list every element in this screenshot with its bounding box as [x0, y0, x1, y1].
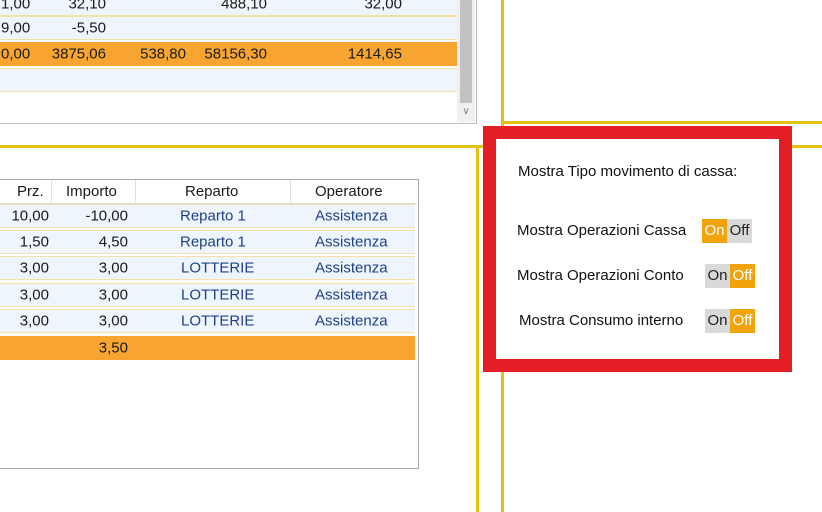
table-cell: 1,00: [1, 0, 31, 13]
cell-reparto: Reparto 1: [180, 233, 246, 251]
table-cell: 538,80: [140, 45, 186, 63]
option-label-operazioni-cassa: Mostra Operazioni Cassa: [517, 222, 687, 239]
table-cell: 1414,65: [347, 45, 402, 63]
table-cell: 0,00: [1, 45, 31, 63]
cell-reparto: Reparto 1: [180, 207, 246, 225]
cell-prz: 3,00: [19, 259, 49, 277]
column-header-reparto[interactable]: Reparto: [185, 183, 238, 200]
table-cell: 3875,06: [51, 45, 106, 63]
cell-importo: 3,00: [98, 259, 128, 277]
option-label-operazioni-conto: Mostra Operazioni Conto: [517, 267, 684, 284]
scroll-thumb[interactable]: [460, 0, 472, 103]
cell-operatore: Assistenza: [315, 259, 388, 277]
table-row[interactable]: 1,00 32,10 488,10 32,00: [0, 0, 457, 16]
table-row[interactable]: 3,00 3,00 LOTTERIE Assistenza: [0, 283, 415, 307]
table-row[interactable]: 10,00 -10,00 Reparto 1 Assistenza: [0, 204, 415, 228]
cell-prz: 1,50: [19, 233, 49, 251]
toggle-off-option[interactable]: Off: [730, 309, 755, 333]
toggle-operazioni-cassa[interactable]: On Off: [702, 219, 752, 243]
cell-importo: -10,00: [85, 207, 128, 225]
table-row[interactable]: 3,00 3,00 LOTTERIE Assistenza: [0, 309, 415, 333]
cell-prz: 10,00: [11, 207, 49, 225]
panel-title: Mostra Tipo movimento di cassa:: [518, 163, 738, 180]
table-cell: -5,50: [71, 19, 106, 37]
table-cell: 32,10: [68, 0, 106, 13]
guide-line: [476, 148, 479, 512]
cell-prz: 3,00: [19, 312, 49, 330]
table-row[interactable]: 1,50 4,50 Reparto 1 Assistenza: [0, 230, 415, 254]
table-row[interactable]: 9,00 -5,50: [0, 16, 457, 40]
table-cell: 58156,30: [204, 45, 267, 63]
cell-importo: 3,00: [98, 286, 128, 304]
table-row[interactable]: [0, 68, 457, 92]
table-cell: 488,10: [221, 0, 267, 13]
toggle-on-option[interactable]: On: [702, 219, 727, 243]
toggle-on-option[interactable]: On: [705, 309, 730, 333]
column-header-prz[interactable]: Prz.: [17, 183, 44, 200]
chevron-down-icon[interactable]: ∨: [460, 105, 472, 119]
cell-operatore: Assistenza: [315, 312, 388, 330]
cell-reparto: LOTTERIE: [181, 312, 255, 330]
cell-importo: 4,50: [98, 233, 128, 251]
column-divider: [51, 180, 52, 203]
column-header-importo[interactable]: Importo: [66, 183, 117, 200]
movements-table[interactable]: Prz. Importo Reparto Operatore 10,00 -10…: [0, 179, 419, 469]
table-row-total[interactable]: 3,50: [0, 336, 415, 360]
column-divider: [290, 180, 291, 203]
toggle-operazioni-conto[interactable]: On Off: [705, 264, 755, 288]
option-label-consumo-interno: Mostra Consumo interno: [519, 312, 684, 329]
table-cell: 32,00: [364, 0, 402, 13]
table-row-total[interactable]: 0,00 3875,06 538,80 58156,30 1414,65: [0, 42, 457, 66]
cell-reparto: LOTTERIE: [181, 259, 255, 277]
cell-reparto: LOTTERIE: [181, 286, 255, 304]
toggle-off-option[interactable]: Off: [727, 219, 752, 243]
cell-importo: 3,00: [98, 312, 128, 330]
cell-operatore: Assistenza: [315, 233, 388, 251]
vertical-scrollbar[interactable]: ∨: [457, 0, 475, 122]
table-cell: 9,00: [1, 19, 31, 37]
guide-line: [504, 121, 822, 124]
column-header-operatore[interactable]: Operatore: [315, 183, 383, 200]
cell-operatore: Assistenza: [315, 207, 388, 225]
cell-operatore: Assistenza: [315, 286, 388, 304]
table-header: Prz. Importo Reparto Operatore: [0, 180, 417, 204]
toggle-off-option[interactable]: Off: [730, 264, 755, 288]
movement-type-settings-panel: Mostra Tipo movimento di cassa: Mostra O…: [483, 126, 792, 372]
toggle-consumo-interno[interactable]: On Off: [705, 309, 755, 333]
cell-prz: 3,00: [19, 286, 49, 304]
column-divider: [135, 180, 136, 203]
summary-table[interactable]: 1,00 32,10 488,10 32,00 9,00 -5,50 0,00 …: [0, 0, 477, 124]
cell-importo-total: 3,50: [98, 339, 128, 357]
toggle-on-option[interactable]: On: [705, 264, 730, 288]
table-row[interactable]: 3,00 3,00 LOTTERIE Assistenza: [0, 256, 415, 280]
